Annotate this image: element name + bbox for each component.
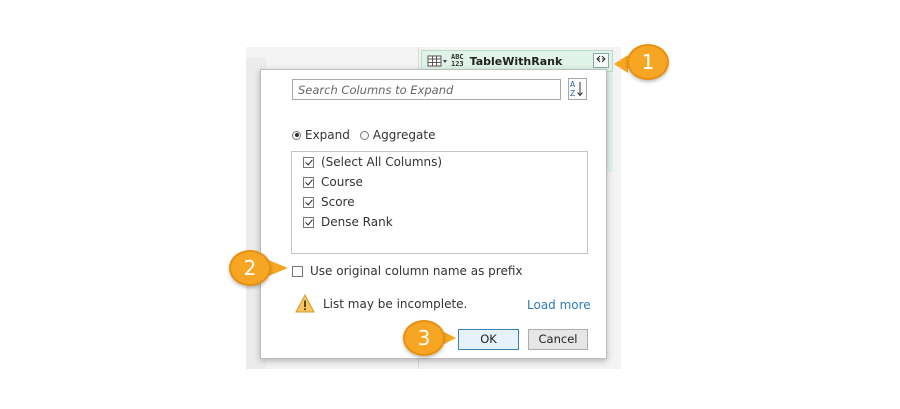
type-label-bottom: 123: [451, 60, 464, 68]
list-item-label: (Select All Columns): [321, 155, 443, 169]
course-checkbox[interactable]: [303, 176, 314, 188]
list-item[interactable]: (Select All Columns): [303, 154, 442, 170]
dense-rank-checkbox[interactable]: [303, 216, 314, 228]
expand-columns-icon[interactable]: [593, 53, 609, 68]
callout-2-badge: 2: [229, 250, 271, 286]
cancel-button[interactable]: Cancel: [528, 329, 588, 350]
callout-3-badge: 3: [403, 320, 445, 356]
table-icon[interactable]: [427, 54, 449, 68]
sort-az-button[interactable]: A Z: [568, 78, 587, 100]
columns-list: (Select All Columns) Course Score Dense …: [291, 151, 588, 254]
callout-1-pointer: [614, 55, 628, 73]
select-all-checkbox[interactable]: [303, 156, 314, 168]
any-type-icon: ABC 123: [451, 54, 464, 68]
list-item-label: Course: [321, 175, 363, 189]
aggregate-radio[interactable]: [359, 130, 369, 140]
prefix-checkbox[interactable]: [292, 265, 303, 277]
list-item[interactable]: Score: [303, 194, 355, 210]
search-columns-input[interactable]: [292, 79, 561, 100]
list-item-label: Dense Rank: [321, 215, 393, 229]
prefix-label: Use original column name as prefix: [310, 264, 523, 278]
warning-icon: [295, 294, 315, 313]
sort-label-a: A: [570, 80, 576, 89]
expand-radio-label[interactable]: Expand: [305, 128, 350, 142]
callout-1-badge: 1: [627, 44, 669, 80]
warning-text: List may be incomplete.: [323, 296, 468, 311]
load-more-link[interactable]: Load more: [527, 298, 591, 312]
list-item[interactable]: Course: [303, 174, 363, 190]
expand-columns-dialog: A Z Expand Aggregate (Select All Columns…: [260, 69, 607, 359]
prefix-option[interactable]: Use original column name as prefix: [292, 264, 522, 278]
column-name: TableWithRank: [469, 54, 563, 68]
expand-radio[interactable]: [292, 130, 301, 140]
sort-label-z: Z: [570, 89, 575, 98]
incomplete-warning: List may be incomplete.: [295, 294, 467, 313]
list-item[interactable]: Dense Rank: [303, 214, 393, 230]
mode-radio-group: Expand Aggregate: [292, 128, 445, 142]
score-checkbox[interactable]: [303, 196, 314, 208]
list-item-label: Score: [321, 195, 355, 209]
ok-button[interactable]: OK: [458, 329, 519, 350]
aggregate-radio-label[interactable]: Aggregate: [373, 128, 436, 142]
